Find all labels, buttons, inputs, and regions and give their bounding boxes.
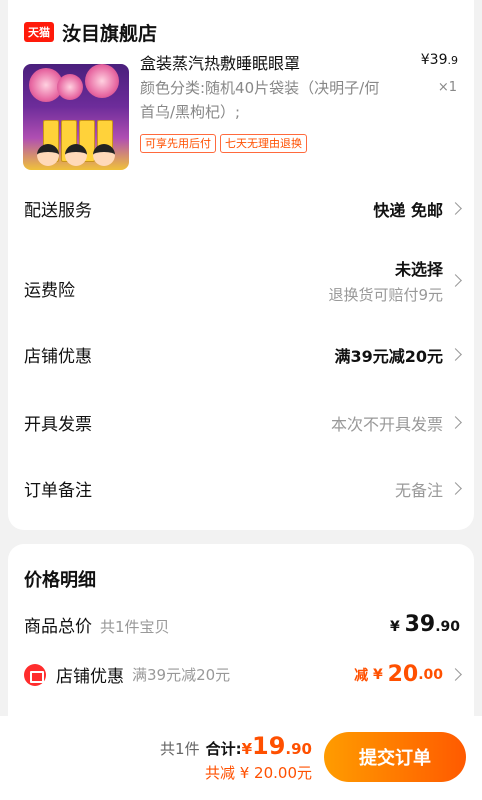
price-detail-title: 价格明细 [24,570,96,591]
tag-pay-later: 可享先用后付 [140,134,216,153]
order-summary: 共1件 合计: ¥19.90 共减 ¥ 20.00元 [160,732,312,783]
price-integer: 39 [429,52,448,68]
delivery-row[interactable]: 配送服务 快递 免邮 [24,196,462,221]
invoice-value: 本次不开具发票 [330,414,443,434]
price-shop-discount-label: 店铺优惠 [56,667,124,687]
total-saved: 共减 ¥ 20.00元 [204,764,312,782]
product-spec[interactable]: 颜色分类:随机40片袋装（决明子/何首乌/黑枸杞）; [140,76,390,124]
chevron-right-icon [449,202,462,215]
product-tags: 可享先用后付 七天无理由退换 [140,134,307,153]
insurance-label: 运费险 [24,281,75,301]
price-decimal: .00 [418,666,443,683]
shop-header[interactable]: 天猫 汝目旗舰店 [24,18,157,46]
tag-seven-day-return: 七天无理由退换 [220,134,307,153]
goods-total-price: ¥ 39.90 [390,612,460,637]
currency-symbol: ¥ [389,619,400,635]
price-decimal: .90 [435,619,460,635]
insurance-detail: 退换货可赔付9元 [328,286,443,304]
chevron-right-icon [449,482,462,495]
order-card: 天猫 汝目旗舰店 盒装蒸汽热敷睡眠眼罩 ¥39.9 ×1 颜色分类:随机40片袋… [8,0,474,530]
chevron-right-icon [449,668,462,681]
shop-discount-label: 店铺优惠 [24,347,92,367]
goods-total-row: 商品总价 共1件宝贝 ¥ 39.90 [24,612,460,637]
shop-discount-row[interactable]: 店铺优惠 满39元减20元 [24,342,462,367]
insurance-status: 未选择 [394,260,443,279]
currency-symbol: ¥ [420,52,430,68]
product-quantity: ×1 [437,80,457,95]
delivery-label: 配送服务 [24,201,92,221]
invoice-label: 开具发票 [24,415,92,435]
item-count: 共1件 [160,740,200,758]
order-note-value: 无备注 [394,480,443,500]
shop-name[interactable]: 汝目旗舰店 [62,19,157,46]
delivery-value: 快递 免邮 [373,200,443,220]
discount-amount: 减 ¥ 20.00 [354,662,462,687]
price-shop-discount-rule: 满39元减20元 [132,666,231,684]
price-integer: 20 [387,662,419,687]
goods-total-label: 商品总价 [24,617,92,637]
total-decimal: .90 [285,740,312,758]
chevron-right-icon [449,274,462,287]
chevron-right-icon [449,348,462,361]
currency-symbol: ¥ [241,740,253,758]
shop-icon [24,663,46,686]
total-integer: 19 [252,732,286,760]
chevron-right-icon [449,416,462,429]
shop-discount-value: 满39元减20元 [334,346,443,366]
discount-prefix: 减 [354,667,369,684]
submit-order-button[interactable]: 提交订单 [324,732,466,782]
price-shop-discount-row[interactable]: 店铺优惠 满39元减20元 减 ¥ 20.00 [24,662,462,687]
tmall-badge: 天猫 [24,22,54,42]
insurance-row[interactable]: 运费险 未选择 退换货可赔付9元 [24,256,462,305]
total-label: 合计: [205,740,242,758]
price-integer: 39 [404,612,436,637]
order-note-label: 订单备注 [24,481,92,501]
order-note-row[interactable]: 订单备注 无备注 [24,476,462,501]
product-title[interactable]: 盒装蒸汽热敷睡眠眼罩 [140,50,300,74]
goods-count: 共1件宝贝 [100,618,170,636]
product-price: ¥39.9 [421,52,458,68]
invoice-row[interactable]: 开具发票 本次不开具发票 [24,410,462,435]
bottom-submit-bar: 共1件 合计: ¥19.90 共减 ¥ 20.00元 提交订单 [0,716,482,800]
product-thumbnail[interactable] [23,64,129,170]
currency-symbol: ¥ [372,666,383,683]
price-decimal: .9 [447,54,459,67]
